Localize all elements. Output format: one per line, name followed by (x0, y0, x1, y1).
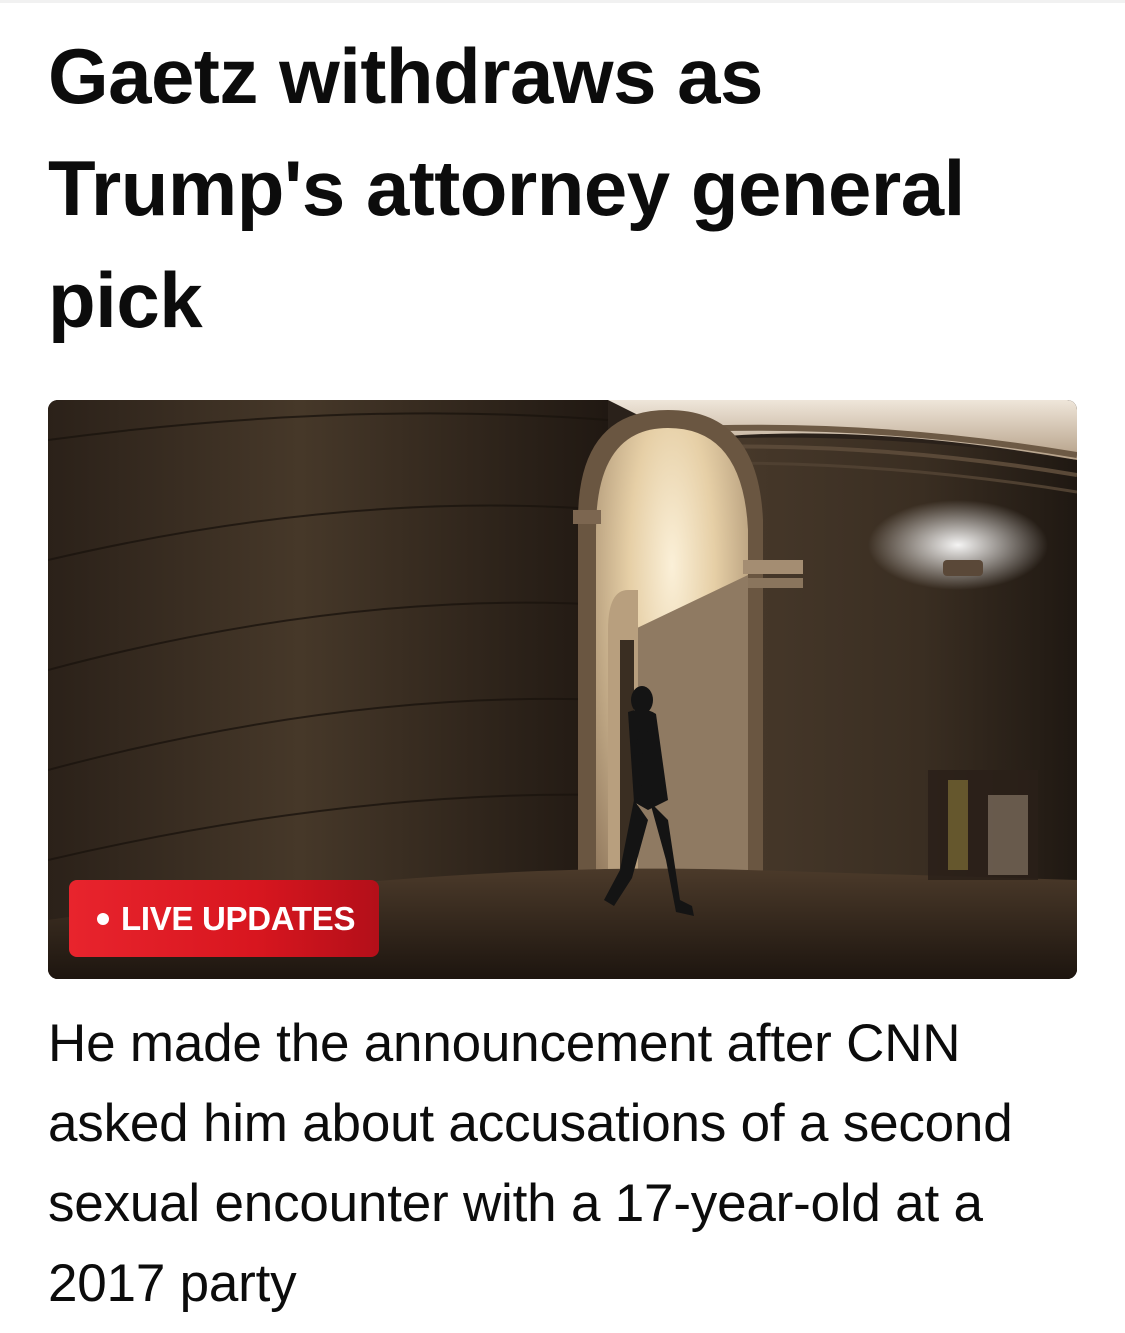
live-updates-badge[interactable]: LIVE UPDATES (69, 880, 380, 957)
article-card[interactable]: Gaetz withdraws as Trump's attorney gene… (0, 0, 1125, 1333)
article-description[interactable]: He made the announcement after CNN asked… (48, 1004, 1088, 1324)
article-headline[interactable]: Gaetz withdraws as Trump's attorney gene… (48, 20, 1068, 356)
article-hero-image[interactable]: LIVE UPDATES (48, 400, 1077, 979)
live-updates-label: LIVE UPDATES (121, 899, 356, 937)
live-dot-icon (97, 912, 109, 925)
